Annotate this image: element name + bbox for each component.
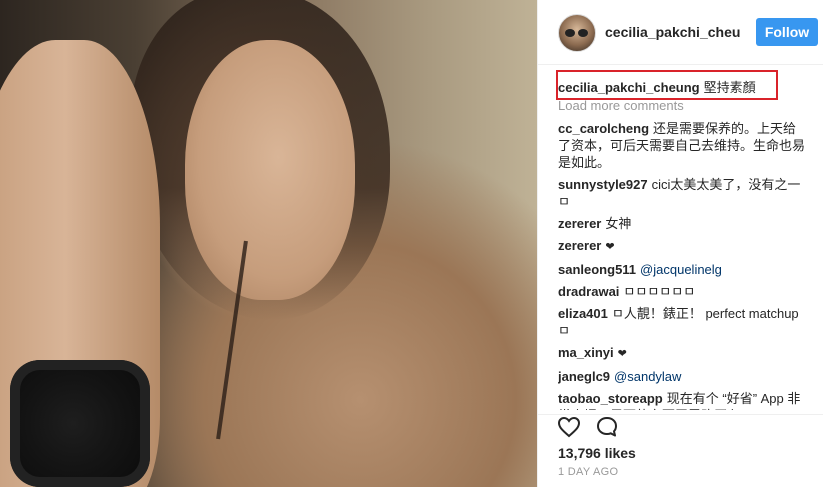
heart-emoji-icon: ❤ xyxy=(605,241,615,253)
heart-outline-icon[interactable] xyxy=(556,415,582,441)
post-header: cecilia_pakchi_cheung Follow xyxy=(538,0,823,65)
heart-emoji-icon: ❤ xyxy=(617,348,627,360)
comment-mention[interactable]: @sandylaw xyxy=(614,369,681,384)
comment-username[interactable]: zererer xyxy=(558,216,601,231)
comment-item: zererer 女神 xyxy=(558,215,808,232)
comment-item: dradrawai ㅁㅁㅁㅁㅁㅁ xyxy=(558,283,808,300)
post-date: 1 DAY AGO xyxy=(558,466,619,478)
comment-text: ㅁㅁㅁㅁㅁㅁ xyxy=(623,284,696,299)
comment-item: eliza401 ㅁ人靚！錶正！ perfect matchup ㅁ xyxy=(558,305,808,339)
speech-bubble-icon-graphic xyxy=(597,417,617,437)
heart-outline-icon-graphic xyxy=(557,416,581,438)
speech-bubble-icon[interactable] xyxy=(594,415,620,441)
follow-button[interactable]: Follow xyxy=(756,18,818,46)
likes-count[interactable]: 13,796 likes xyxy=(558,445,636,461)
comment-username[interactable]: sunnystyle927 xyxy=(558,177,648,192)
comment-username[interactable]: zererer xyxy=(558,238,601,253)
comment-item: janeglc9 @sandylaw xyxy=(558,368,808,385)
comments-list[interactable]: cecilia_pakchi_cheung 堅持素顏 Load more comm… xyxy=(558,70,808,410)
photo-watch xyxy=(10,360,150,487)
comment-mention[interactable]: @jacquelinelg xyxy=(640,262,722,277)
comment-username[interactable]: sanleong511 xyxy=(558,262,636,277)
post-side-panel: cecilia_pakchi_cheung Follow cecilia_pak… xyxy=(537,0,823,487)
comment-username[interactable]: eliza401 xyxy=(558,306,608,321)
comment-username[interactable]: ma_xinyi xyxy=(558,345,614,360)
avatar[interactable] xyxy=(558,14,596,52)
comment-username[interactable]: taobao_storeapp xyxy=(558,391,663,406)
comment-item: sanleong511 @jacquelinelg xyxy=(558,261,808,278)
comment-item: cc_carolcheng 还是需要保养的。上天给了资本，可后天需要自己去维持。生… xyxy=(558,120,808,171)
comment-text: 女神 xyxy=(605,216,632,231)
comment-username[interactable]: dradrawai xyxy=(558,284,619,299)
comment-username[interactable]: cc_carolcheng xyxy=(558,121,649,136)
comment-item: zererer ❤ xyxy=(558,237,808,256)
caption-highlight-box xyxy=(556,70,778,100)
comment-item: ma_xinyi ❤ xyxy=(558,344,808,363)
comment-username[interactable]: janeglc9 xyxy=(558,369,610,384)
photo-face xyxy=(185,40,355,300)
header-username[interactable]: cecilia_pakchi_cheung xyxy=(605,24,740,40)
avatar-glasses xyxy=(565,29,589,37)
comment-item: sunnystyle927 cici太美太美了，没有之一ㅁ xyxy=(558,176,808,210)
post-photo xyxy=(0,0,537,487)
action-bar xyxy=(538,414,823,445)
comment-item: taobao_storeapp现在有个 “好省” App 非常火爆，里面的东西无… xyxy=(558,390,808,410)
